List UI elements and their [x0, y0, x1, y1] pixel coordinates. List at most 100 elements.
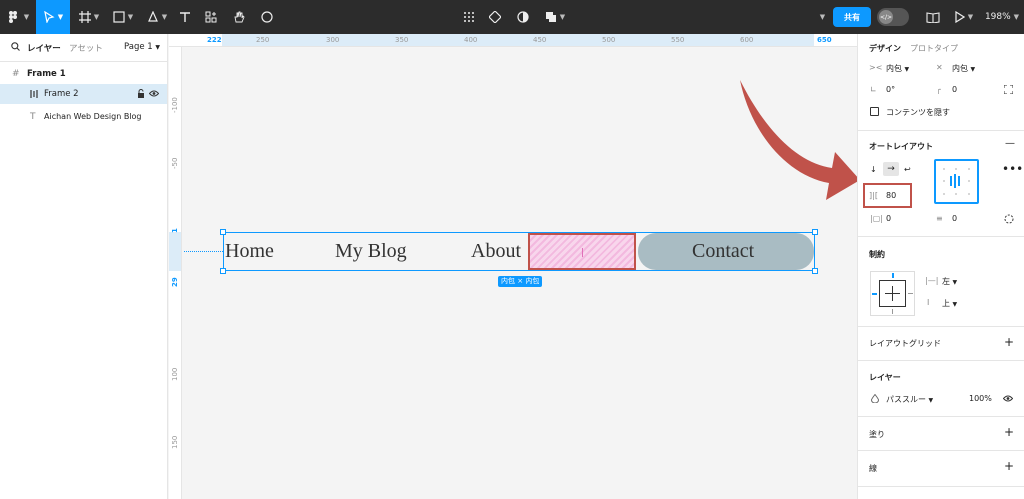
- library-button[interactable]: [922, 0, 944, 34]
- search-icon[interactable]: [11, 42, 20, 51]
- nav-my-blog[interactable]: My Blog: [335, 233, 407, 270]
- chevron-down-icon: ▼: [904, 66, 910, 73]
- components-button[interactable]: [458, 0, 480, 34]
- shape-tool-button[interactable]: ▼: [108, 0, 138, 34]
- radius-input[interactable]: 0: [952, 85, 957, 94]
- tab-design[interactable]: デザイン: [869, 43, 901, 54]
- ruler-tick: 100: [171, 367, 179, 381]
- constraint-bottom: [892, 309, 893, 314]
- chevron-down-icon: ▼: [952, 301, 958, 308]
- vertical-padding-input[interactable]: 0: [952, 214, 957, 223]
- cursor-icon: [43, 11, 55, 23]
- resize-handle-ne[interactable]: [812, 229, 818, 235]
- ruler-tick: 222: [207, 36, 222, 44]
- rotation-input[interactable]: 0°: [886, 85, 895, 94]
- direction-horizontal-button[interactable]: →: [883, 162, 899, 176]
- app: ▼ ▼ ▼ ▼ ▼ ▼ ▼ 共有 </> ▼ 198% ▼ レイヤー アセット …: [0, 0, 1024, 499]
- comment-tool-button[interactable]: [256, 0, 278, 34]
- resize-handle-se[interactable]: [812, 268, 818, 274]
- code-icon: </>: [879, 10, 893, 24]
- direction-wrap-button[interactable]: ↩: [904, 165, 911, 174]
- pen-tool-button[interactable]: ▼: [142, 0, 172, 34]
- horizontal-constraint-icon: |—|: [925, 276, 939, 285]
- gap-input[interactable]: 80: [886, 191, 896, 200]
- eye-icon[interactable]: [1003, 395, 1013, 402]
- present-button[interactable]: ▼: [952, 0, 976, 34]
- resources-button[interactable]: [200, 0, 222, 34]
- mask-button[interactable]: [512, 0, 534, 34]
- layer-row-frame-1[interactable]: # Frame 1: [0, 65, 167, 83]
- ruler-top: 222 250 300 350 400 450 500 550 600 650: [169, 34, 857, 47]
- dev-mode-toggle[interactable]: </>: [877, 0, 909, 34]
- constraint-cross: [885, 293, 900, 294]
- layer-title: レイヤー: [869, 373, 901, 382]
- nav-frame[interactable]: Home My Blog About Contact: [223, 232, 815, 271]
- gap-handle: [582, 248, 583, 257]
- clip-content-checkbox[interactable]: [870, 107, 879, 116]
- constraint-widget[interactable]: [870, 271, 915, 316]
- padding-detail-icon[interactable]: [1004, 214, 1014, 224]
- add-fill-button[interactable]: +: [1004, 425, 1014, 439]
- annotation-arrow-icon: [740, 80, 860, 200]
- add-stroke-button[interactable]: +: [1004, 459, 1014, 473]
- move-tool-button[interactable]: ▼: [36, 0, 70, 34]
- width-mode[interactable]: 内包 ▼: [886, 63, 909, 74]
- toolbar: ▼ ▼ ▼ ▼ ▼ ▼ ▼ 共有 </> ▼ 198% ▼: [0, 0, 1024, 34]
- divider: [858, 236, 1024, 237]
- ruler-left: -100 -50 1 29 100 150: [169, 47, 182, 499]
- height-resize-icon: ✕: [936, 63, 943, 72]
- boolean-button[interactable]: ▼: [540, 0, 570, 34]
- resize-handle-nw[interactable]: [220, 229, 226, 235]
- page-selector[interactable]: Page 1 ▼: [124, 42, 160, 52]
- frame-tool-button[interactable]: ▼: [74, 0, 104, 34]
- ruler-tick: 650: [817, 36, 832, 44]
- hand-tool-button[interactable]: [228, 0, 250, 34]
- layer-row-frame-2[interactable]: Frame 2: [0, 84, 167, 104]
- share-button[interactable]: 共有: [833, 0, 871, 34]
- add-layout-grid-button[interactable]: +: [1004, 335, 1014, 349]
- constraint-right: [908, 293, 913, 294]
- horizontal-padding-input[interactable]: 0: [886, 214, 891, 223]
- nav-about[interactable]: About: [471, 233, 521, 270]
- divider: [858, 130, 1024, 131]
- independent-corners-icon[interactable]: [1004, 85, 1013, 94]
- frame-icon: #: [12, 69, 20, 79]
- blend-drop-icon: [871, 394, 879, 403]
- component-button[interactable]: [484, 0, 506, 34]
- ruler-tick: 250: [256, 36, 270, 44]
- tab-layers[interactable]: レイヤー: [27, 42, 61, 54]
- play-icon: [955, 11, 965, 23]
- divider: [858, 450, 1024, 451]
- opacity-input[interactable]: 100%: [969, 394, 992, 403]
- tab-prototype[interactable]: プロトタイプ: [910, 43, 958, 54]
- vertical-constraint-select[interactable]: 上 ▼: [942, 298, 957, 309]
- layer-row-text[interactable]: T Aichan Web Design Blog: [0, 107, 167, 127]
- vertical-padding-icon: ≡: [936, 214, 943, 223]
- tab-assets[interactable]: アセット: [69, 42, 103, 54]
- eye-icon[interactable]: [149, 90, 159, 97]
- horizontal-padding-icon: |▢|: [870, 214, 883, 223]
- ruler-tick: 450: [533, 36, 547, 44]
- share-dropdown[interactable]: ▼: [814, 0, 828, 34]
- more-options-button[interactable]: •••: [1002, 162, 1023, 176]
- height-mode[interactable]: 内包 ▼: [952, 63, 975, 74]
- zoom-menu[interactable]: 198% ▼: [982, 0, 1022, 34]
- ruler-tick: 550: [671, 36, 685, 44]
- remove-autolayout-button[interactable]: —: [1005, 138, 1015, 149]
- main-menu-button[interactable]: ▼: [0, 0, 36, 34]
- ruler-tick: 150: [171, 435, 179, 449]
- contact-button[interactable]: Contact: [638, 233, 814, 270]
- direction-vertical-button[interactable]: ↓: [870, 165, 877, 174]
- unlock-icon[interactable]: [137, 89, 145, 98]
- nav-home[interactable]: Home: [225, 233, 274, 270]
- resize-handle-sw[interactable]: [220, 268, 226, 274]
- divider: [858, 416, 1024, 417]
- text-tool-button[interactable]: [174, 0, 196, 34]
- width-resize-icon: ><: [869, 63, 883, 72]
- ruler-tick: 29: [171, 277, 179, 287]
- alignment-grid-icon: [943, 168, 970, 195]
- blend-mode-select[interactable]: パススルー ▼: [886, 394, 933, 405]
- alignment-grid[interactable]: [934, 159, 979, 204]
- horizontal-constraint-select[interactable]: 左 ▼: [942, 276, 957, 287]
- divider: [0, 61, 167, 62]
